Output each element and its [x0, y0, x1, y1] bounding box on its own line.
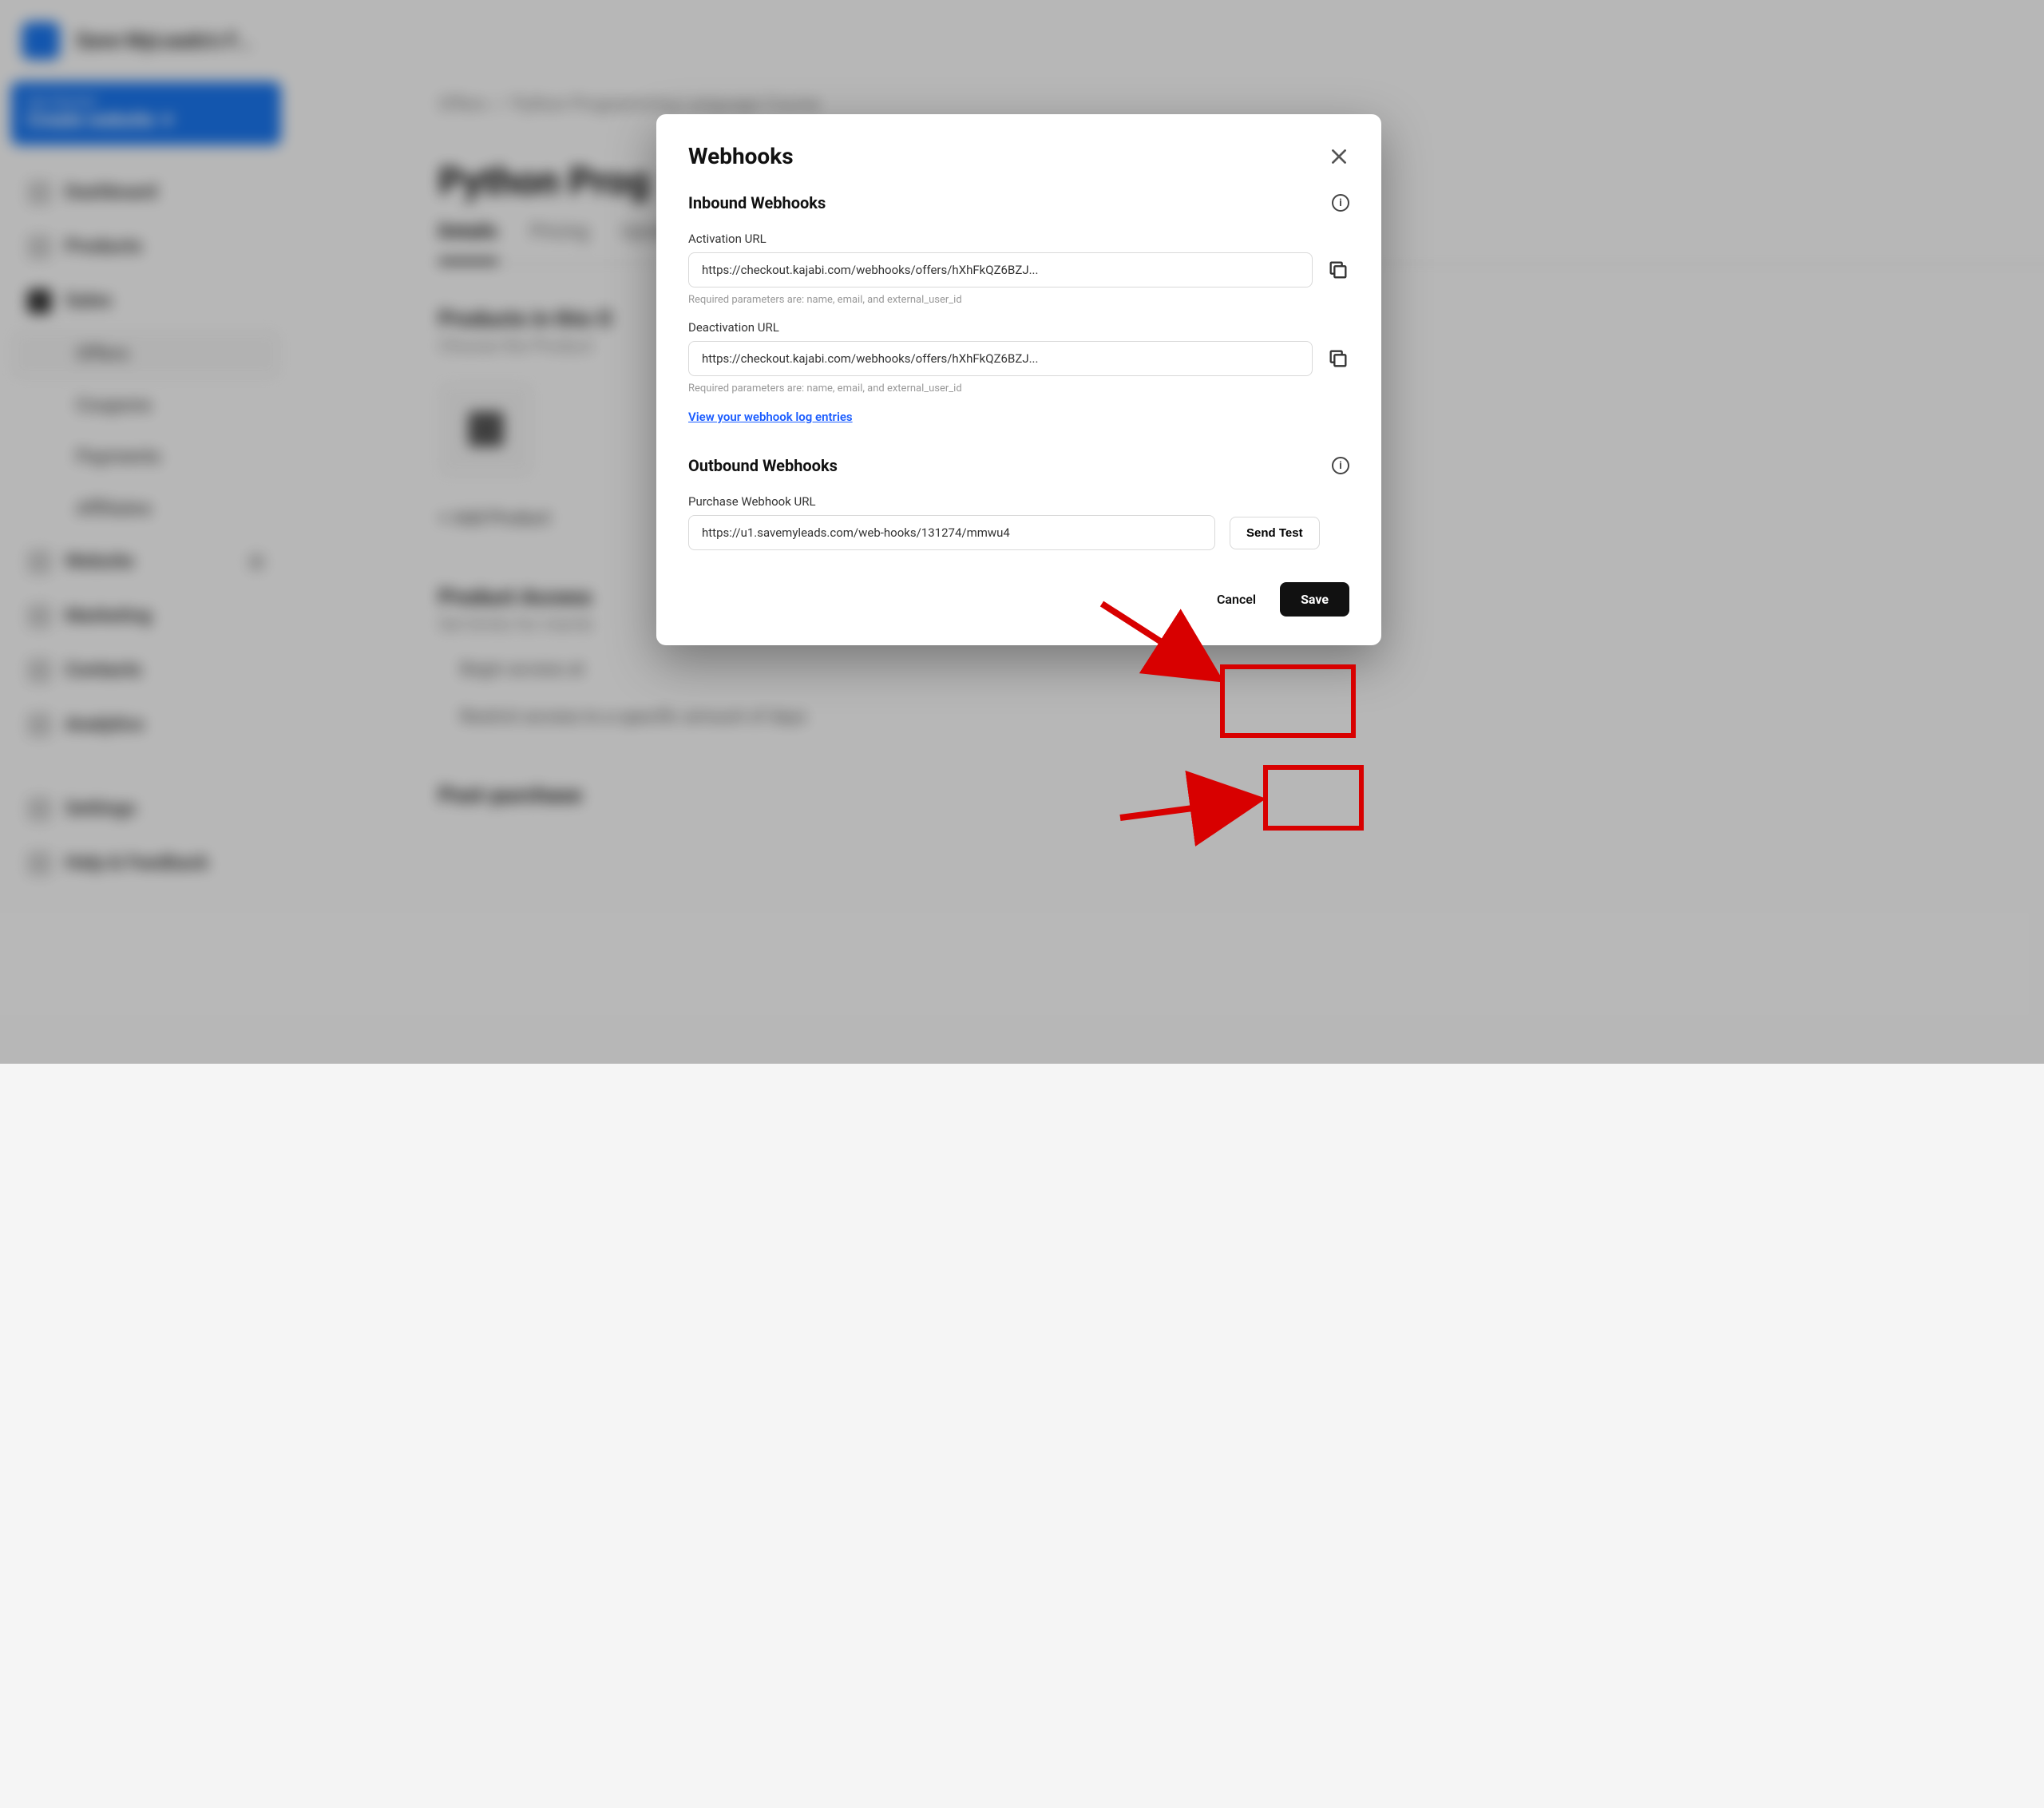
deactivation-url-input[interactable]: https://checkout.kajabi.com/webhooks/off… [688, 341, 1313, 376]
modal-title: Webhooks [688, 143, 794, 169]
activation-url-label: Activation URL [688, 232, 1349, 246]
save-button[interactable]: Save [1280, 582, 1349, 617]
activation-url-input[interactable]: https://checkout.kajabi.com/webhooks/off… [688, 252, 1313, 287]
purchase-url-input[interactable]: https://u1.savemyleads.com/web-hooks/131… [688, 515, 1215, 550]
annotation-arrow [1114, 786, 1266, 826]
close-icon[interactable] [1329, 146, 1349, 167]
send-test-button[interactable]: Send Test [1230, 517, 1320, 549]
annotation-highlight [1220, 664, 1356, 738]
copy-icon[interactable] [1327, 259, 1349, 281]
deactivation-helper-text: Required parameters are: name, email, an… [688, 383, 1349, 395]
info-icon[interactable]: i [1332, 457, 1349, 474]
outbound-section-title: Outbound Webhooks [688, 456, 838, 475]
purchase-url-label: Purchase Webhook URL [688, 494, 1349, 509]
deactivation-url-label: Deactivation URL [688, 320, 1349, 335]
webhooks-modal: Webhooks Inbound Webhooks i Activation U… [656, 114, 1381, 645]
annotation-arrow [1094, 596, 1230, 692]
annotation-highlight [1263, 765, 1364, 831]
info-icon[interactable]: i [1332, 194, 1349, 212]
webhook-log-link[interactable]: View your webhook log entries [688, 410, 853, 424]
copy-icon[interactable] [1327, 347, 1349, 370]
inbound-section-title: Inbound Webhooks [688, 193, 826, 212]
activation-helper-text: Required parameters are: name, email, an… [688, 294, 1349, 306]
